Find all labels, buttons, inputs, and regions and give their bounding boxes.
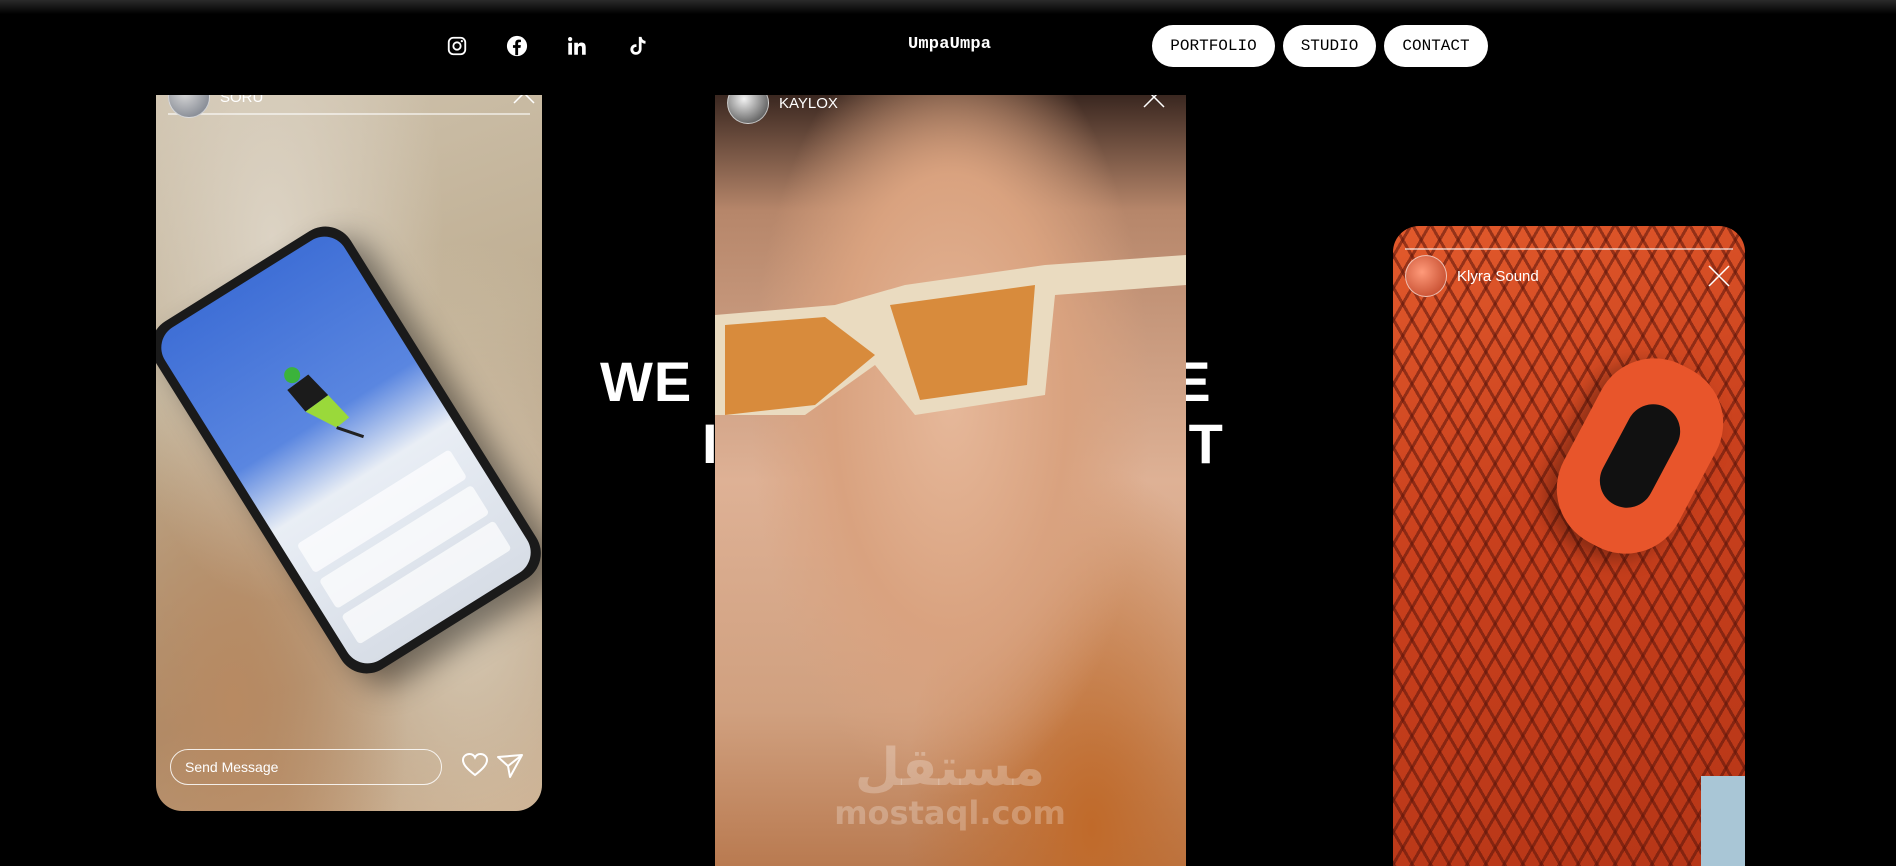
avatar[interactable] — [168, 95, 210, 118]
linkedin-icon[interactable] — [564, 33, 590, 59]
story-card-soru[interactable]: SORU — [156, 95, 542, 811]
avatar[interactable] — [1405, 255, 1447, 297]
instagram-icon[interactable] — [444, 33, 470, 59]
nav-portfolio-button[interactable]: PORTFOLIO — [1152, 25, 1275, 67]
brand-logo[interactable]: UmpaUmpa — [908, 35, 991, 54]
story-username[interactable]: Klyra Sound — [1457, 268, 1539, 285]
avatar[interactable] — [727, 95, 769, 124]
nav-contact-button[interactable]: CONTACT — [1384, 25, 1488, 67]
story-header: KAYLOX — [727, 95, 1174, 125]
story-username[interactable]: SORU — [220, 95, 263, 106]
skier-illustration — [284, 367, 365, 439]
site-header: UmpaUmpa PORTFOLIO STUDIO CONTACT — [0, 0, 1896, 92]
send-icon[interactable] — [496, 753, 524, 779]
facebook-icon[interactable] — [504, 33, 530, 59]
story-header: Klyra Sound — [1405, 254, 1733, 298]
heart-icon[interactable] — [462, 753, 488, 777]
watermark: مستقل mostaql.com — [834, 738, 1066, 832]
close-icon[interactable] — [1142, 95, 1166, 109]
story-header: SORU — [168, 95, 530, 119]
story-username[interactable]: KAYLOX — [779, 95, 838, 112]
background-patch — [1701, 776, 1745, 866]
message-input[interactable] — [183, 758, 429, 776]
send-message-field[interactable] — [170, 749, 442, 785]
phone-mockup — [156, 215, 542, 685]
close-icon[interactable] — [1707, 264, 1731, 288]
close-icon[interactable] — [512, 95, 536, 105]
phone-screen — [156, 227, 540, 673]
tiktok-icon[interactable] — [624, 33, 650, 59]
sunglasses-illustration — [715, 255, 1186, 415]
story-card-klyra[interactable]: Klyra Sound — [1393, 226, 1745, 866]
story-progress-bar — [1405, 248, 1733, 250]
speaker-capsule — [1535, 337, 1745, 575]
nav-studio-button[interactable]: STUDIO — [1283, 25, 1376, 67]
